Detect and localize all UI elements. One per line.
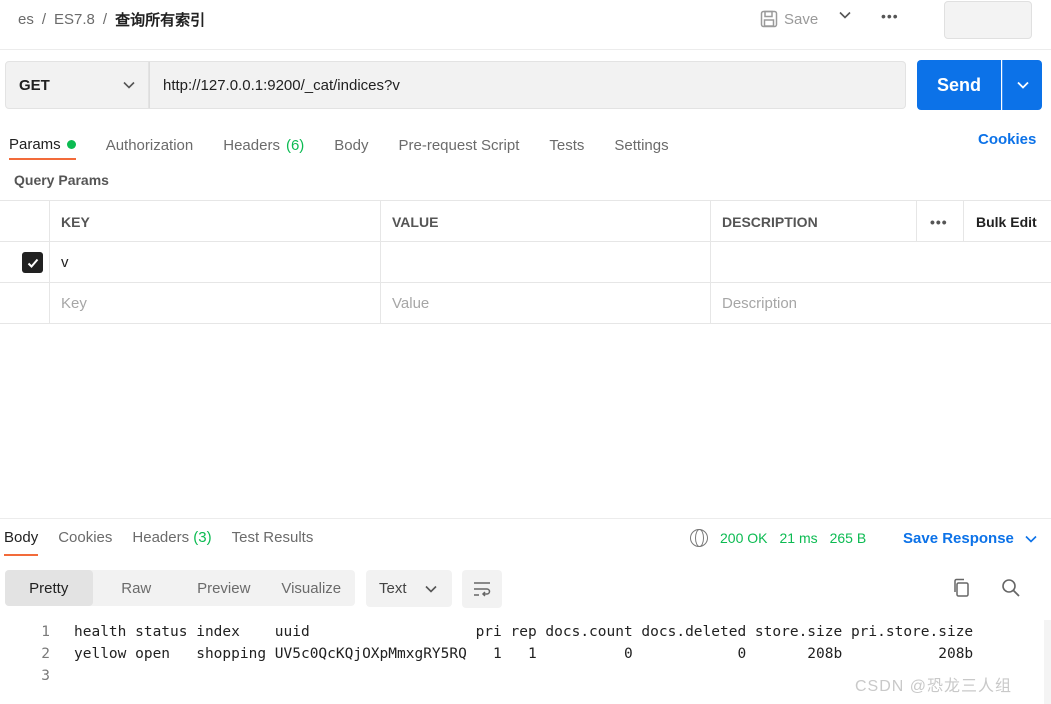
column-header-key: KEY (49, 201, 380, 242)
scrollbar[interactable] (1044, 620, 1051, 704)
method-select[interactable]: GET (5, 61, 149, 109)
response-tabs: Body Cookies Headers (3) Test Results (4, 529, 333, 556)
view-pretty[interactable]: Pretty (5, 570, 93, 606)
line-content: health status index uuid pri rep docs.co… (74, 624, 974, 640)
breadcrumb: es / ES7.8 / 查询所有索引 (18, 9, 205, 30)
table-row: Key Value Description (0, 283, 1051, 324)
url-input[interactable]: http://127.0.0.1:9200/_cat/indices?v (149, 61, 906, 109)
line-content: yellow open shopping UV5c0QcKQjOXpMmxgRY… (74, 646, 974, 662)
tab-test-results[interactable]: Test Results (232, 529, 314, 556)
chevron-down-icon (123, 81, 135, 89)
response-size[interactable]: 265 B (830, 530, 867, 546)
format-label: Text (379, 580, 407, 597)
cookies-link[interactable]: Cookies (978, 131, 1036, 148)
tab-headers[interactable]: Headers (6) (223, 130, 304, 160)
tab-body[interactable]: Body (334, 130, 368, 160)
response-divider[interactable] (0, 518, 1051, 519)
breadcrumb-collection[interactable]: ES7.8 (54, 11, 95, 28)
tab-response-cookies[interactable]: Cookies (58, 529, 112, 556)
line-number: 2 (41, 646, 50, 662)
param-key-field[interactable]: v (49, 242, 380, 283)
divider (0, 49, 1051, 50)
new-description-input[interactable]: Description (710, 283, 1051, 324)
request-tabs: Params Authorization Headers (6) Body Pr… (9, 130, 699, 160)
watermark: CSDN @恐龙三人组 (855, 678, 1013, 695)
more-options-button[interactable]: ••• (881, 8, 899, 24)
chevron-down-icon (1025, 535, 1037, 543)
column-header-description: DESCRIPTION (710, 201, 916, 242)
headers-count: (6) (285, 136, 305, 154)
send-button[interactable]: Send (917, 60, 1001, 110)
tab-settings[interactable]: Settings (614, 130, 668, 160)
view-visualize[interactable]: Visualize (268, 570, 356, 606)
checkmark-icon (27, 258, 38, 268)
save-label: Save (784, 10, 819, 28)
view-preview[interactable]: Preview (180, 570, 268, 606)
request-name[interactable]: 查询所有索引 (115, 9, 205, 30)
save-response-button[interactable]: Save Response (903, 530, 1038, 547)
param-description-field[interactable] (710, 242, 1051, 283)
format-select[interactable]: Text (366, 570, 452, 607)
search-icon[interactable] (1001, 578, 1021, 598)
column-options-button[interactable]: ••• (916, 201, 963, 242)
line-number: 1 (41, 624, 50, 640)
bulk-edit-button[interactable]: Bulk Edit (963, 201, 1051, 242)
view-mode-segmented: Pretty Raw Preview Visualize (5, 570, 355, 606)
status-badge[interactable]: 200 OK (720, 530, 767, 546)
tab-prerequest-script[interactable]: Pre-request Script (399, 130, 520, 160)
tab-response-headers[interactable]: Headers (3) (132, 529, 211, 556)
tab-label: Headers (132, 529, 190, 546)
wrap-lines-icon (474, 582, 491, 597)
table-row: v (0, 242, 1051, 283)
tab-label: Headers (223, 136, 280, 154)
table-header-row: KEY VALUE DESCRIPTION ••• Bulk Edit (0, 201, 1051, 242)
tab-response-body[interactable]: Body (4, 529, 39, 556)
column-header-value: VALUE (380, 201, 710, 242)
breadcrumb-separator: / (102, 11, 108, 28)
avatar[interactable] (944, 1, 1032, 39)
response-meta: 200 OK 21 ms 265 B (690, 529, 866, 547)
tab-params[interactable]: Params (9, 130, 76, 160)
method-label: GET (19, 76, 50, 94)
globe-icon[interactable] (690, 529, 708, 547)
tab-label: Params (9, 135, 61, 153)
save-response-label: Save Response (903, 530, 1014, 547)
active-dot-icon (66, 139, 76, 149)
new-key-input[interactable]: Key (49, 283, 380, 324)
param-checkbox[interactable] (22, 252, 43, 273)
tab-tests[interactable]: Tests (549, 130, 584, 160)
save-icon (760, 10, 778, 28)
breadcrumb-workspace[interactable]: es (18, 11, 34, 28)
param-value-field[interactable] (380, 242, 710, 283)
save-button[interactable]: Save (760, 6, 818, 32)
send-options-button[interactable] (1002, 60, 1042, 110)
params-table: KEY VALUE DESCRIPTION ••• Bulk Edit v Ke… (0, 200, 1051, 324)
new-value-input[interactable]: Value (380, 283, 710, 324)
wrap-lines-button[interactable] (462, 570, 502, 608)
chevron-down-icon[interactable] (838, 8, 852, 25)
copy-icon[interactable] (952, 578, 970, 598)
query-params-heading: Query Params (14, 172, 109, 188)
line-number: 3 (41, 668, 50, 684)
breadcrumb-separator: / (41, 11, 47, 28)
tab-authorization[interactable]: Authorization (106, 130, 194, 160)
chevron-down-icon (425, 585, 437, 593)
response-headers-count: (3) (193, 529, 212, 546)
chevron-down-icon (1016, 81, 1029, 89)
view-raw[interactable]: Raw (93, 570, 181, 606)
response-time[interactable]: 21 ms (779, 530, 817, 546)
